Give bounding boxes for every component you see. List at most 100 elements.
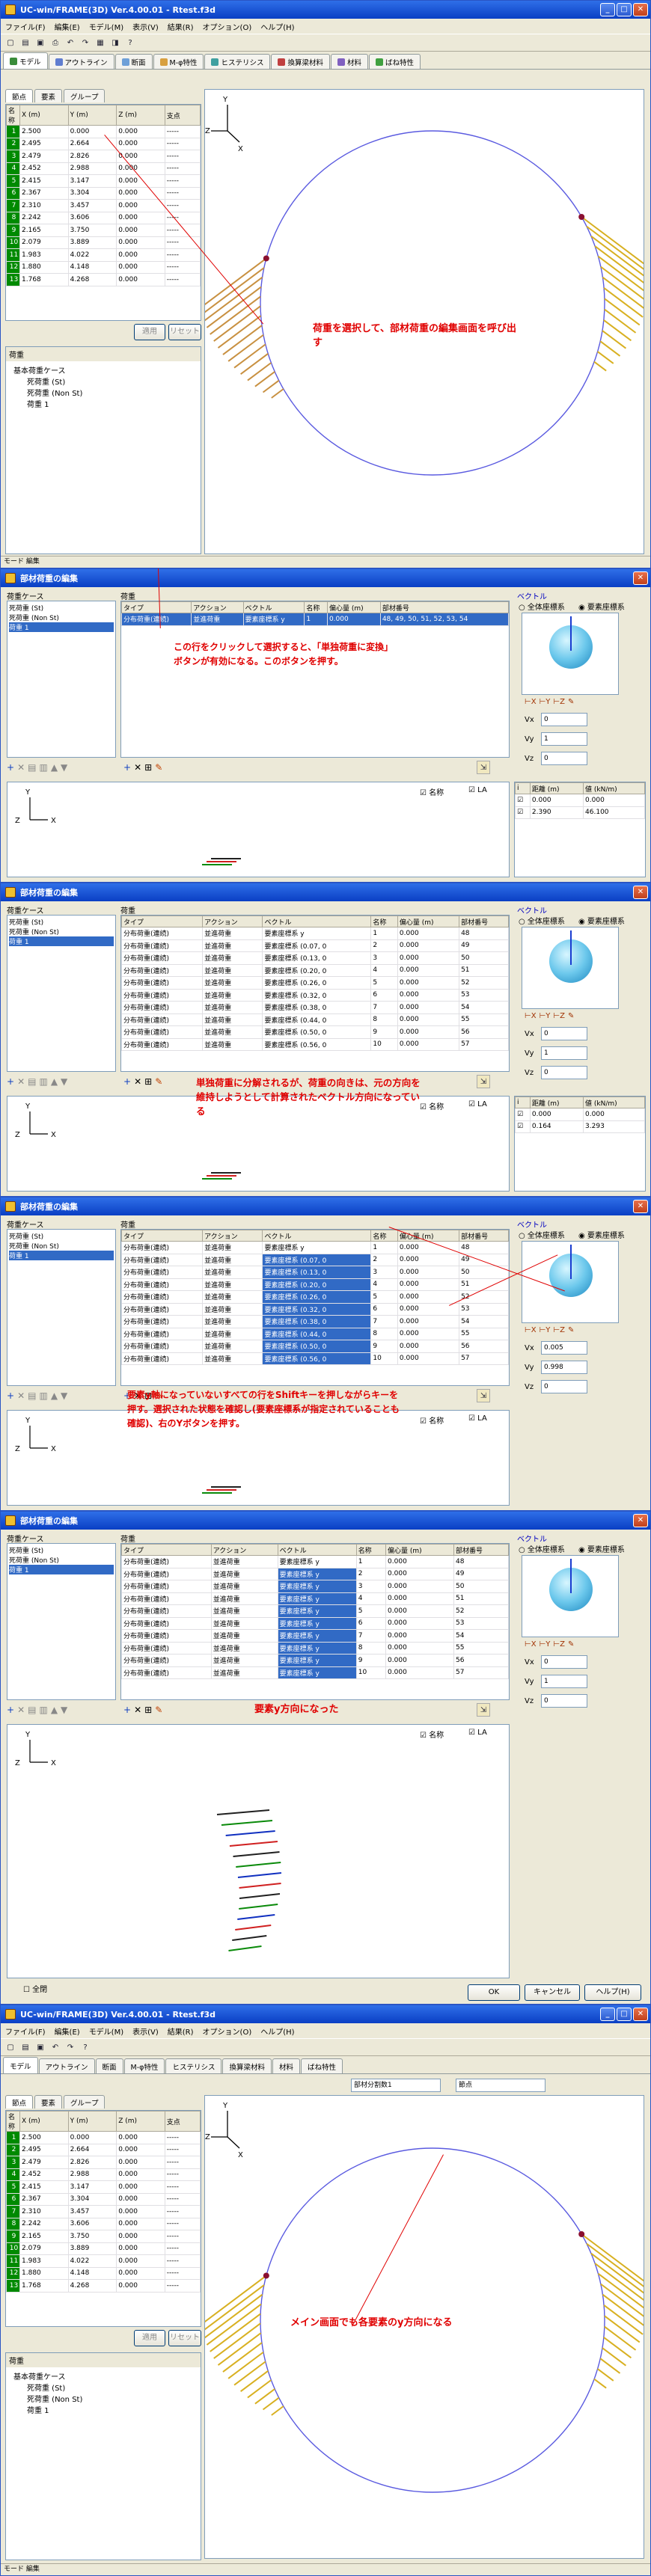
reset-button[interactable]: リセット xyxy=(168,2330,201,2346)
row-check[interactable]: ☑ xyxy=(515,1108,531,1121)
table-cell[interactable]: 分布荷重(連続) xyxy=(121,1567,212,1580)
table-cell[interactable]: 分布荷重(連続) xyxy=(121,927,204,940)
load-col-header[interactable]: ベクトル xyxy=(242,601,305,613)
z-axis-button[interactable]: ⊢Z xyxy=(553,1326,565,1334)
table-cell[interactable]: 2.079 xyxy=(19,236,69,249)
table-cell[interactable]: 2.415 xyxy=(19,174,69,188)
table-cell[interactable]: 0.000 xyxy=(397,1241,460,1254)
table-cell[interactable]: 2.479 xyxy=(19,150,69,163)
tab-spring[interactable]: ばね特性 xyxy=(301,2058,343,2073)
table-cell[interactable]: 5 xyxy=(370,1290,398,1304)
row-check[interactable]: ☑ xyxy=(515,1120,531,1133)
tree-item[interactable]: 死荷重 (Non St) xyxy=(9,387,198,398)
table-cell[interactable]: ----- xyxy=(164,2168,201,2181)
vz-field[interactable]: 0 xyxy=(541,1066,587,1079)
table-row[interactable]: 10 2.079 3.889 0.000 ----- xyxy=(6,2242,201,2255)
dist-col-header[interactable]: i xyxy=(515,782,531,794)
table-row[interactable]: 分布荷重(連続) 並進荷重 要素座標系 (0.56, 0 10 0.000 57 xyxy=(121,1037,509,1051)
up-icon[interactable]: ▲ xyxy=(51,1076,58,1087)
load-case-item[interactable]: 荷重 1 xyxy=(9,936,114,946)
table-cell[interactable]: ----- xyxy=(164,2205,201,2218)
table-cell[interactable]: 0.000 xyxy=(385,1654,455,1667)
vy-field[interactable]: 0.998 xyxy=(541,1361,587,1374)
load-col-header[interactable]: 偏心量 (m) xyxy=(397,916,460,927)
table-cell[interactable]: 並進荷重 xyxy=(210,1604,278,1618)
menu-model[interactable]: モデル(M) xyxy=(89,21,123,32)
tree-item[interactable]: 荷重 1 xyxy=(9,2404,198,2415)
table-cell[interactable]: 0.000 xyxy=(116,273,165,286)
table-cell[interactable]: 2 xyxy=(370,939,398,952)
table-cell[interactable]: ----- xyxy=(164,2192,201,2206)
menu-result[interactable]: 結果(R) xyxy=(168,21,194,32)
table-cell[interactable]: 0.164 xyxy=(529,1120,584,1133)
table-cell[interactable]: 0.000 xyxy=(116,248,165,262)
table-cell[interactable]: 7 xyxy=(6,199,20,212)
table-cell[interactable]: 0.000 xyxy=(397,1340,460,1353)
table-row[interactable]: 分布荷重(連続) 並進荷重 要素座標系 (0.50, 0 9 0.000 56 xyxy=(121,1025,509,1039)
table-cell[interactable]: 並進荷重 xyxy=(202,951,263,965)
table-cell[interactable]: 分布荷重(連続) xyxy=(121,1290,204,1304)
col-y[interactable]: Y (m) xyxy=(67,105,117,126)
table-cell[interactable]: 要素座標系 (0.44, 0 xyxy=(262,1327,372,1340)
table-cell[interactable]: 4 xyxy=(355,1592,387,1605)
down-icon[interactable]: ▼ xyxy=(61,1390,67,1401)
table-cell[interactable]: 0.000 xyxy=(397,1352,460,1365)
table-row[interactable]: 分布荷重(連続) 並進荷重 要素座標系 y 9 0.000 56 xyxy=(121,1654,509,1667)
table-cell[interactable]: 2.452 xyxy=(19,162,69,175)
table-cell[interactable]: 51 xyxy=(459,963,509,977)
table-cell[interactable]: 要素座標系 y xyxy=(277,1604,357,1618)
load-col-header[interactable]: タイプ xyxy=(121,1544,212,1556)
table-cell[interactable]: 0.000 xyxy=(397,963,460,977)
table-cell[interactable]: 要素座標系 (0.44, 0 xyxy=(262,1013,372,1026)
x-axis-button[interactable]: ⊢X xyxy=(525,698,537,706)
delete-load-icon[interactable]: ✕ xyxy=(134,762,141,773)
table-cell[interactable]: 分布荷重(連続) xyxy=(121,963,204,977)
down-icon[interactable]: ▼ xyxy=(61,762,67,773)
close-button[interactable]: ✕ xyxy=(633,1200,648,1213)
pencil-icon[interactable]: ✎ xyxy=(568,1326,574,1334)
menu-view[interactable]: 表示(V) xyxy=(132,21,159,32)
table-cell[interactable]: 2.500 xyxy=(19,125,69,138)
convert-single-load-button[interactable]: ⇲ xyxy=(477,1389,490,1402)
new-icon[interactable]: ▢ xyxy=(4,36,17,49)
tab-material[interactable]: 材料 xyxy=(272,2058,300,2073)
tab-spring[interactable]: ばね特性 xyxy=(369,54,421,69)
table-cell[interactable]: 要素座標系 (0.13, 0 xyxy=(262,1266,372,1279)
load-col-header[interactable]: タイプ xyxy=(121,601,192,613)
close-button[interactable]: ✕ xyxy=(633,2008,648,2021)
table-cell[interactable]: 並進荷重 xyxy=(191,613,244,626)
table-cell[interactable]: 要素座標系 (0.13, 0 xyxy=(262,951,372,965)
load-case-item[interactable]: 死荷重 (Non St) xyxy=(9,613,114,622)
load-col-header[interactable]: 名称 xyxy=(370,1230,398,1242)
load-case-item[interactable]: 荷重 1 xyxy=(9,1565,114,1574)
table-cell[interactable]: 3.147 xyxy=(67,174,117,188)
tree-item[interactable]: 死荷重 (Non St) xyxy=(9,2393,198,2404)
load-col-header[interactable]: 偏心量 (m) xyxy=(397,1230,460,1242)
z-axis-button[interactable]: ⊢Z xyxy=(553,698,565,706)
load-col-header[interactable]: 名称 xyxy=(355,1544,387,1556)
subtab-group[interactable]: グループ xyxy=(64,89,106,102)
vx-field[interactable]: 0.005 xyxy=(541,1341,587,1355)
add-load-icon[interactable]: + xyxy=(123,1076,131,1087)
tab-section[interactable]: 断面 xyxy=(95,2058,123,2073)
table-cell[interactable]: ----- xyxy=(164,224,201,237)
table-cell[interactable]: 52 xyxy=(459,976,509,990)
table-row[interactable]: 5 2.415 3.147 0.000 ----- xyxy=(6,174,201,188)
table-cell[interactable]: 要素座標系 (0.26, 0 xyxy=(262,1290,372,1304)
table-row[interactable]: 4 2.452 2.988 0.000 ----- xyxy=(6,162,201,175)
table-cell[interactable]: 2.367 xyxy=(19,186,69,200)
table-cell[interactable]: 分布荷重(連続) xyxy=(121,1013,204,1026)
table-cell[interactable]: 0.000 xyxy=(397,1290,460,1304)
vz-field[interactable]: 0 xyxy=(541,752,587,765)
table-cell[interactable]: 0.000 xyxy=(397,1001,460,1014)
table-cell[interactable]: 2.310 xyxy=(19,199,69,212)
table-cell[interactable]: 2.495 xyxy=(19,2143,69,2156)
table-cell[interactable]: ----- xyxy=(164,199,201,212)
table-cell[interactable]: 並進荷重 xyxy=(202,1290,263,1304)
maximize-button[interactable]: □ xyxy=(617,3,632,16)
table-row[interactable]: 分布荷重(連続) 並進荷重 要素座標系 (0.50, 0 9 0.000 56 xyxy=(121,1340,509,1353)
table-row[interactable]: 分布荷重(連続) 並進荷重 要素座標系 y 3 0.000 50 xyxy=(121,1580,509,1593)
load-col-header[interactable]: アクション xyxy=(202,1230,263,1242)
table-cell[interactable]: 56 xyxy=(453,1654,509,1667)
table-cell[interactable]: 46.100 xyxy=(583,806,645,819)
